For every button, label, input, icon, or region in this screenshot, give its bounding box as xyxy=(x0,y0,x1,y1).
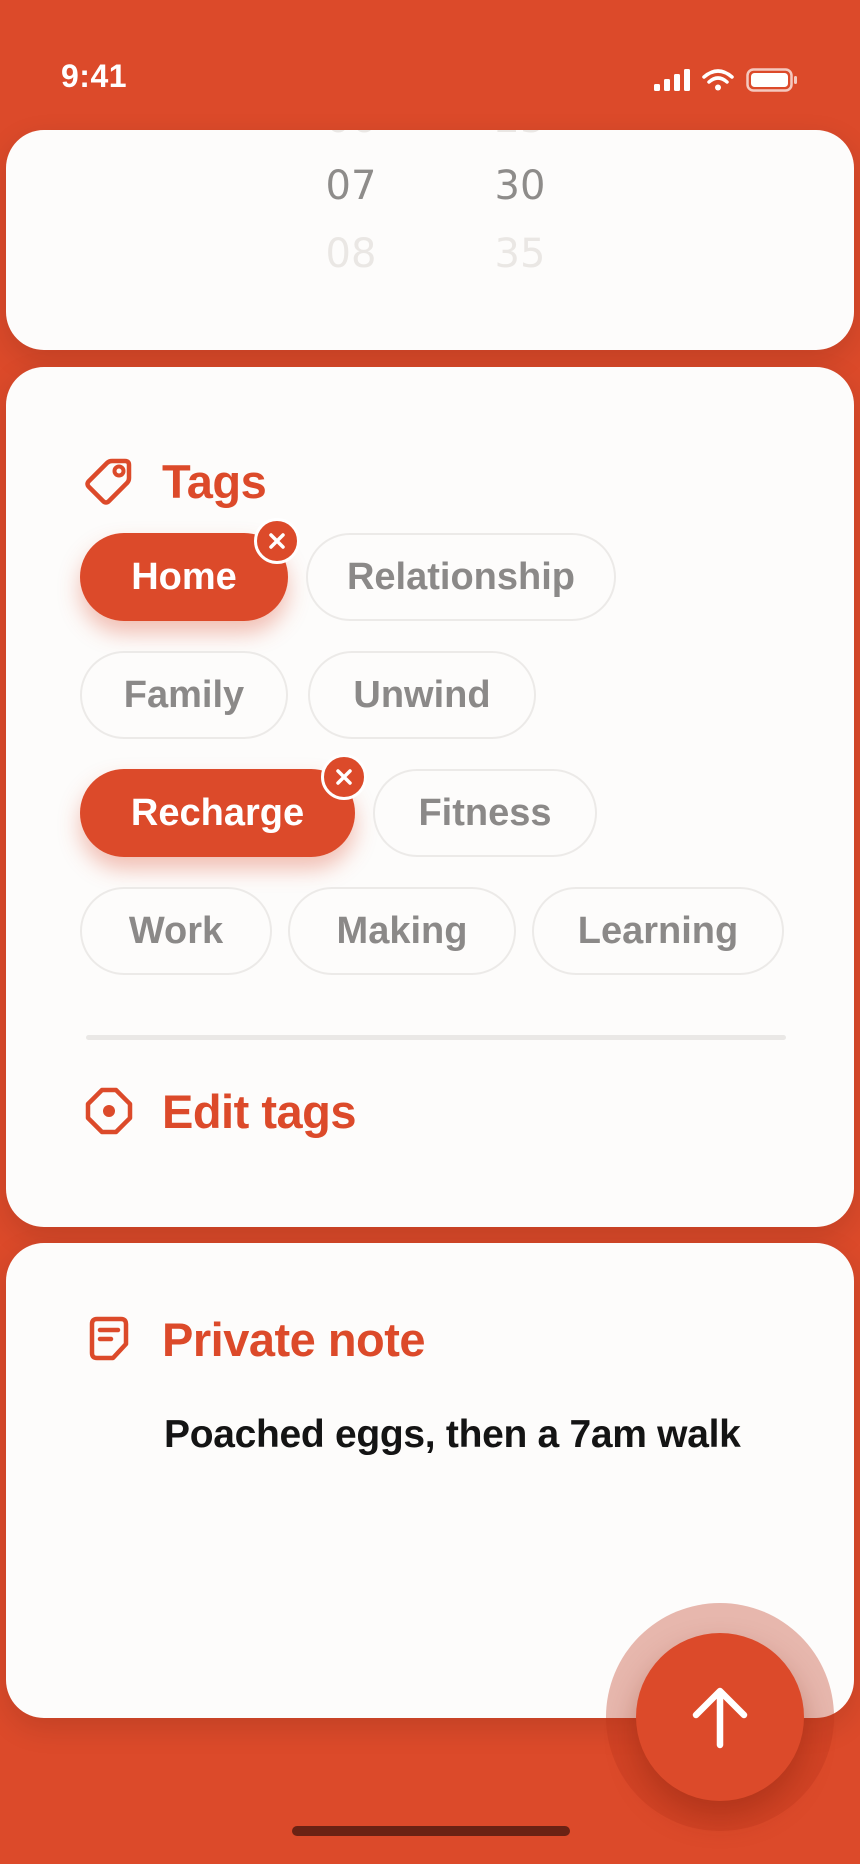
tag-chip-label: Learning xyxy=(577,909,739,952)
tag-chip-label: Family xyxy=(123,673,245,716)
status-bar: 9:41 xyxy=(0,0,860,120)
tag-chip-label: Recharge xyxy=(130,791,305,834)
tag-chip-label: Fitness xyxy=(418,791,552,834)
remove-tag-recharge-button[interactable] xyxy=(321,754,367,800)
tag-chip-label: Home xyxy=(131,555,237,598)
close-icon xyxy=(269,533,285,549)
minute-above: 25 xyxy=(470,130,570,142)
hour-below: 08 xyxy=(325,231,377,277)
tags-title: Tags xyxy=(162,454,267,508)
tags-header: Tags xyxy=(80,452,267,510)
edit-tags-icon xyxy=(80,1082,138,1140)
tag-chip-family[interactable]: Family xyxy=(80,651,288,739)
tag-chip-work[interactable]: Work xyxy=(80,887,272,975)
submit-button[interactable] xyxy=(636,1633,804,1801)
edit-tags-label: Edit tags xyxy=(162,1084,356,1138)
note-title: Private note xyxy=(162,1312,426,1366)
tag-chip-label: Relationship xyxy=(346,555,576,598)
status-time: 9:41 xyxy=(61,58,128,94)
tag-chip-label: Work xyxy=(128,909,224,952)
remove-tag-home-button[interactable] xyxy=(254,518,300,564)
wifi-icon xyxy=(702,69,734,91)
tag-icon xyxy=(80,452,138,510)
note-text[interactable]: Poached eggs, then a 7am walk xyxy=(164,1413,741,1457)
tag-chip-unwind[interactable]: Unwind xyxy=(308,651,536,739)
hour-selected: 07 xyxy=(325,163,377,209)
tag-chip-fitness[interactable]: Fitness xyxy=(373,769,597,857)
tag-chip-making[interactable]: Making xyxy=(288,887,516,975)
tag-chip-label: Making xyxy=(336,909,468,952)
close-icon xyxy=(336,769,352,785)
tag-chip-recharge[interactable]: Recharge xyxy=(80,769,355,857)
status-icons xyxy=(654,68,798,92)
edit-tags-button[interactable]: Edit tags xyxy=(80,1082,356,1140)
divider xyxy=(86,1035,786,1040)
tags-card: Tags Home Relationship Family Unwind Rec… xyxy=(6,367,854,1227)
tag-chip-label: Unwind xyxy=(353,673,491,716)
minute-selected: 30 xyxy=(494,163,546,209)
note-header: Private note xyxy=(80,1310,426,1368)
note-icon xyxy=(80,1310,138,1368)
arrow-up-icon xyxy=(692,1687,748,1749)
cellular-signal-icon xyxy=(654,69,690,91)
hour-above: 06 xyxy=(301,130,401,142)
home-indicator xyxy=(292,1826,570,1836)
battery-icon xyxy=(746,68,797,92)
tag-chip-relationship[interactable]: Relationship xyxy=(306,533,616,621)
time-picker-card: 06 07 08 25 30 35 xyxy=(6,130,854,350)
minute-below: 35 xyxy=(494,231,546,277)
tag-chip-learning[interactable]: Learning xyxy=(532,887,784,975)
